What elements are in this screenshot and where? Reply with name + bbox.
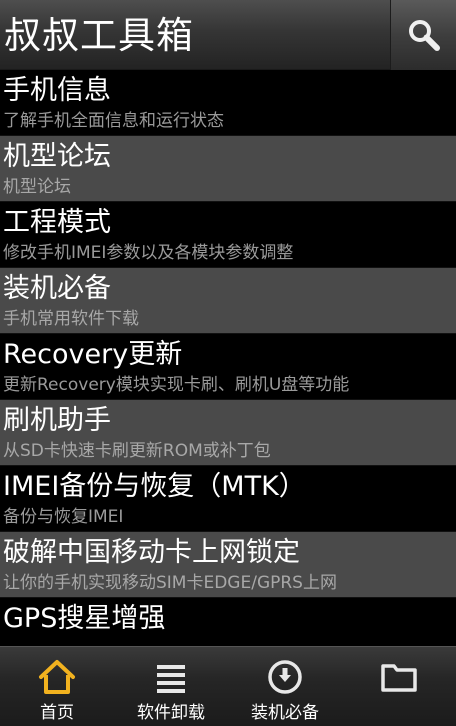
menu-list: 手机信息 了解手机全面信息和运行状态 机型论坛 机型论坛 工程模式 修改手机IM… [0,70,456,646]
menu-item-unlock-mobile[interactable]: 破解中国移动卡上网锁定 让你的手机实现移动SIM卡EDGE/GPRS上网 [0,532,456,598]
search-button[interactable] [390,0,456,70]
menu-item-flash-assistant[interactable]: 刷机助手 从SD卡快速卡刷更新ROM或补丁包 [0,400,456,466]
menu-item-gps-boost[interactable]: GPS搜星增强 [0,598,456,646]
menu-item-title: 装机必备 [3,273,111,304]
app-title: 叔叔工具箱 [4,14,194,57]
nav-label: 首页 [40,703,74,723]
nav-item-home[interactable]: 首页 [0,647,114,726]
menu-item-subtitle: 了解手机全面信息和运行状态 [3,111,224,131]
folder-icon [377,657,421,697]
home-icon [35,657,79,697]
menu-item-title: 机型论坛 [3,141,111,172]
menu-item-imei-backup[interactable]: IMEI备份与恢复（MTK） 备份与恢复IMEI [0,466,456,532]
menu-item-title: 破解中国移动卡上网锁定 [3,537,300,568]
nav-item-essentials[interactable]: 装机必备 [228,647,342,726]
menu-item-engineering-mode[interactable]: 工程模式 修改手机IMEI参数以及各模块参数调整 [0,202,456,268]
menu-item-subtitle: 备份与恢复IMEI [3,507,124,527]
menu-item-title: 刷机助手 [3,405,111,436]
nav-label: 软件卸载 [137,703,205,723]
menu-item-title: 手机信息 [3,75,111,106]
menu-item-model-forum[interactable]: 机型论坛 机型论坛 [0,136,456,202]
menu-item-subtitle: 让你的手机实现移动SIM卡EDGE/GPRS上网 [3,573,337,593]
menu-item-recovery-update[interactable]: Recovery更新 更新Recovery模块实现卡刷、刷机U盘等功能 [0,334,456,400]
menu-item-subtitle: 修改手机IMEI参数以及各模块参数调整 [3,243,294,263]
download-icon [263,657,307,697]
search-icon [408,20,440,51]
app-window: 叔叔工具箱 手机信息 了解手机全面信息和运行状态 机型论坛 机型论坛 工程模式 … [0,0,456,726]
action-bar: 叔叔工具箱 [0,0,456,70]
menu-item-title: GPS搜星增强 [3,603,166,634]
menu-item-subtitle: 手机常用软件下载 [3,309,139,329]
menu-item-subtitle: 从SD卡快速卡刷更新ROM或补丁包 [3,441,271,461]
menu-item-subtitle: 更新Recovery模块实现卡刷、刷机U盘等功能 [3,375,350,395]
nav-item-files[interactable] [342,647,456,726]
menu-item-title: IMEI备份与恢复（MTK） [3,471,306,502]
menu-item-title: 工程模式 [3,207,111,238]
nav-item-uninstall[interactable]: 软件卸载 [114,647,228,726]
menu-item-essential-apps[interactable]: 装机必备 手机常用软件下载 [0,268,456,334]
list-icon [149,657,193,697]
bottom-nav: 首页 软件卸载 装机必备 [0,646,456,726]
menu-item-title: Recovery更新 [3,339,183,370]
nav-label: 装机必备 [251,703,319,723]
menu-item-subtitle: 机型论坛 [3,177,71,197]
menu-item-phone-info[interactable]: 手机信息 了解手机全面信息和运行状态 [0,70,456,136]
